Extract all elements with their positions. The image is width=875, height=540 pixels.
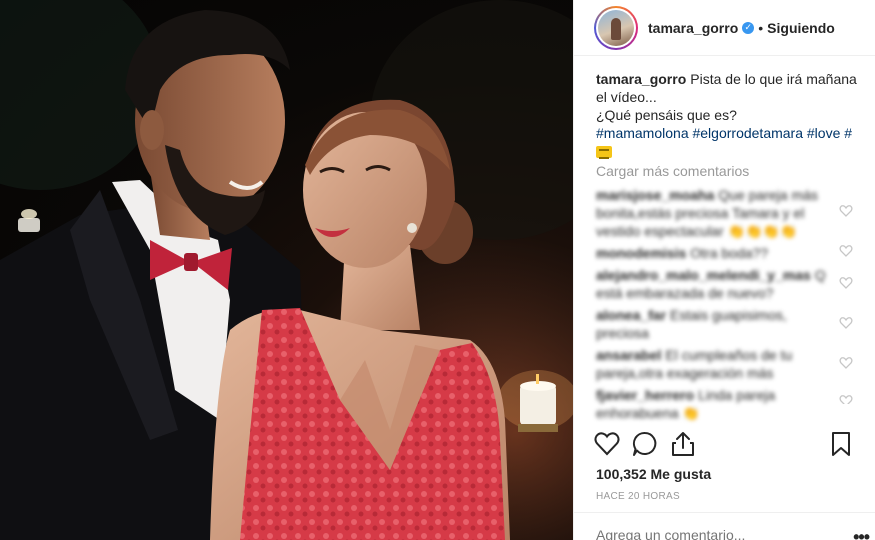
comment-item: fjavier_herrero Linda pareja enhorabuena … (596, 386, 858, 422)
separator-dot: • (758, 19, 764, 36)
comment-username[interactable]: alejandro_malo_melendi_y_mas (596, 267, 811, 283)
caption-hashtags[interactable]: #mamamolona #elgorrodetamara #love # (596, 125, 852, 141)
photo-illustration (0, 0, 573, 540)
load-more-comments[interactable]: Cargar más comentarios (596, 163, 749, 179)
likes-count[interactable]: 100,352 Me gusta (596, 466, 711, 482)
share-icon[interactable] (670, 430, 696, 458)
bookmark-icon[interactable] (828, 430, 854, 458)
comment-username[interactable]: fjavier_herrero (596, 387, 694, 403)
comment-item: alejandro_malo_melendi_y_mas Q está embar… (596, 266, 858, 306)
comment-text: Otra boda?? (690, 245, 769, 261)
post-header: tamara_gorro ✓ • Siguiendo (574, 0, 875, 56)
story-ring[interactable] (594, 5, 638, 50)
add-comment-input[interactable] (596, 527, 816, 540)
heart-icon[interactable] (594, 430, 620, 458)
comments-list: marisjose_moaha Que pareja más bonita,est… (596, 186, 858, 422)
comment-heart-icon (839, 395, 853, 404)
more-options-button[interactable]: ••• (853, 527, 870, 540)
caption-username[interactable]: tamara_gorro (596, 71, 686, 87)
following-button[interactable]: Siguiendo (767, 20, 835, 36)
emoji-icon (596, 146, 612, 160)
post-side-panel: tamara_gorro ✓ • Siguiendo tamara_gorro P… (573, 0, 875, 540)
comment-username[interactable]: marisjose_moaha (596, 187, 714, 203)
comment-item: monodemisis Otra boda?? (596, 244, 858, 266)
instagram-post: tamara_gorro ✓ • Siguiendo tamara_gorro P… (0, 0, 875, 540)
comment-username[interactable]: monodemisis (596, 245, 686, 261)
avatar-frame (596, 7, 636, 48)
divider (574, 512, 875, 513)
post-photo[interactable] (0, 0, 573, 540)
comment-username[interactable]: ansarabel (596, 347, 661, 363)
post-caption: tamara_gorro Pista de lo que irá mañana e… (596, 70, 858, 160)
comment-heart-icon (839, 245, 853, 257)
verified-icon: ✓ (742, 21, 755, 34)
post-timestamp[interactable]: HACE 20 HORAS (596, 491, 680, 502)
comment-item: alonea_far Estais guapisimos, preciosa (596, 306, 858, 346)
comment-icon[interactable] (632, 430, 658, 458)
action-bar (574, 430, 875, 462)
caption-line-2: ¿Qué pensáis que es? (596, 107, 737, 123)
comment-username[interactable]: alonea_far (596, 307, 666, 323)
comment-like-icons (839, 205, 853, 404)
comment-heart-icon (839, 357, 853, 369)
comment-heart-icon (839, 205, 853, 217)
avatar[interactable] (598, 9, 634, 46)
comment-heart-icon (839, 317, 853, 329)
header-username[interactable]: tamara_gorro (648, 20, 738, 36)
comment-item: ansarabel El cumpleaños de tu pareja,otra… (596, 346, 858, 386)
comment-heart-icon (839, 277, 853, 289)
comment-item: marisjose_moaha Que pareja más bonita,est… (596, 186, 858, 244)
